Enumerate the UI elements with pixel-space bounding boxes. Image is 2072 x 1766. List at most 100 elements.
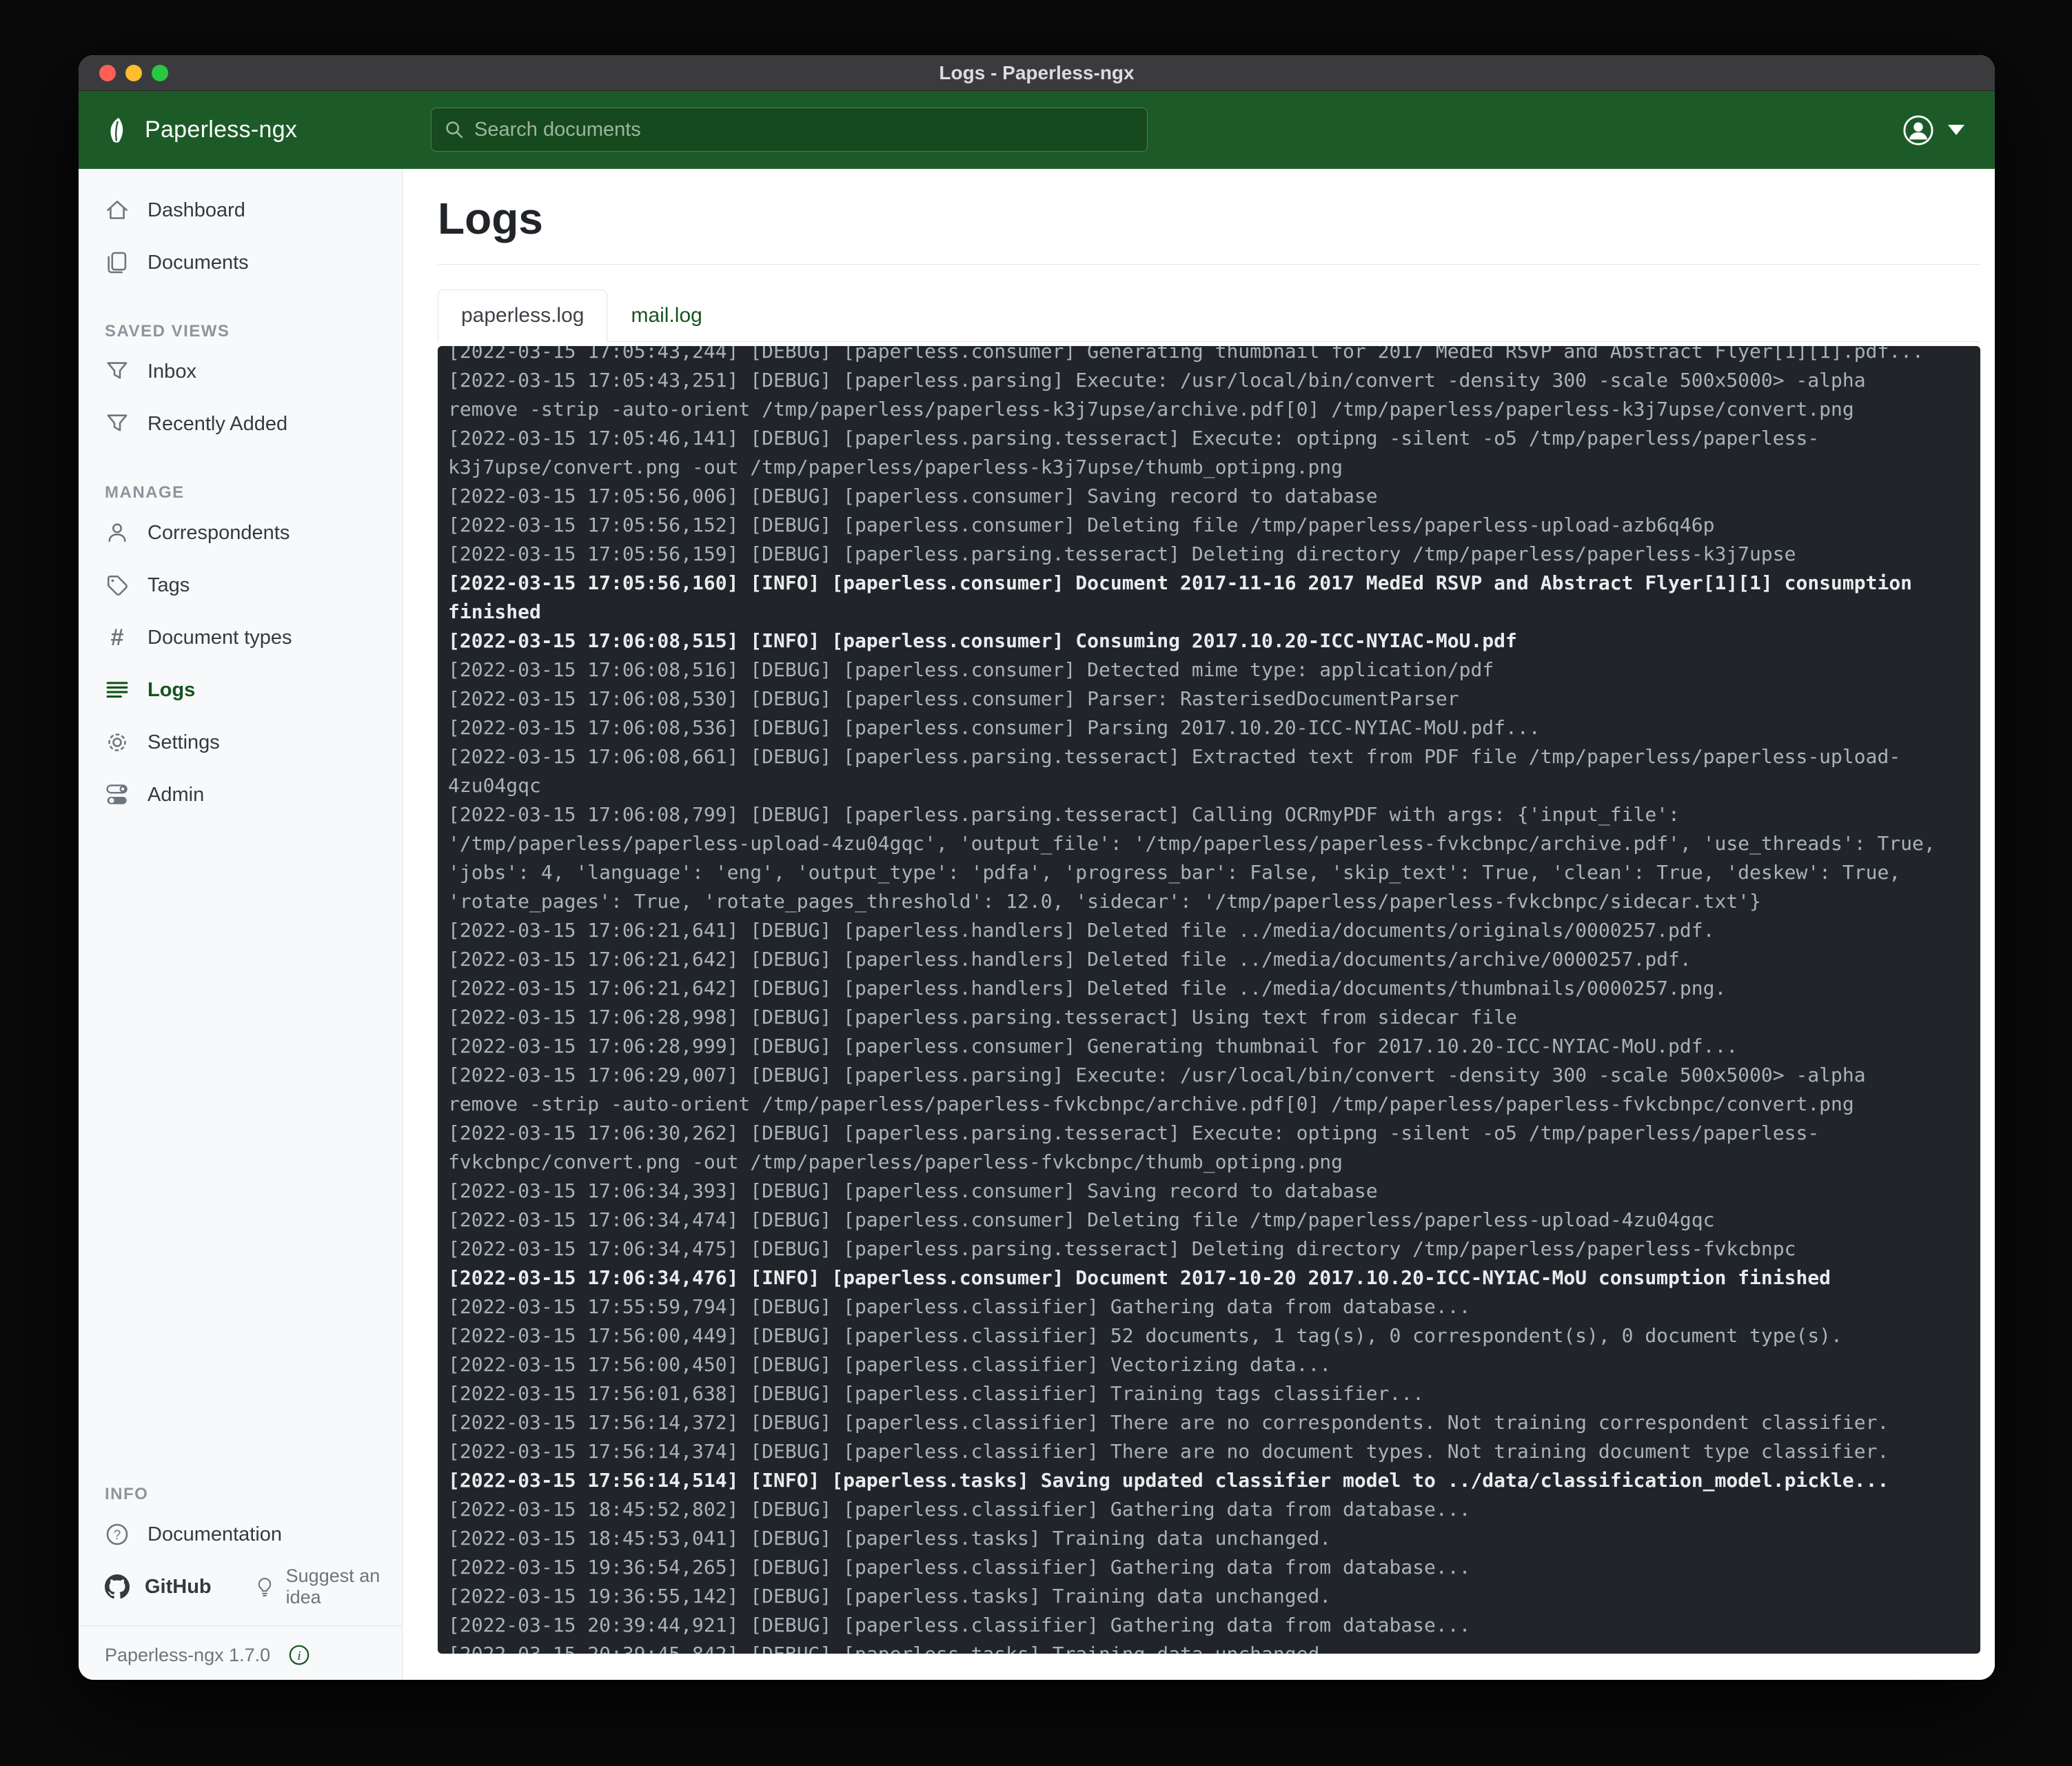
info-circle-icon[interactable]: i <box>288 1644 310 1666</box>
github-label: GitHub <box>145 1576 212 1598</box>
log-line: [2022-03-15 17:06:28,998] [DEBUG] [paper… <box>448 1003 1937 1032</box>
sidebar-section-saved-views: SAVED VIEWS <box>79 322 402 341</box>
sidebar-item-inbox[interactable]: Inbox <box>79 345 402 398</box>
sidebar: Dashboard Documents SAVED VIEWS <box>79 169 403 1680</box>
log-line: [2022-03-15 17:05:56,159] [DEBUG] [paper… <box>448 540 1937 569</box>
log-line: [2022-03-15 20:39:44,921] [DEBUG] [paper… <box>448 1611 1937 1640</box>
close-window-button[interactable] <box>99 65 116 81</box>
github-icon <box>105 1574 130 1599</box>
sidebar-item-label: Logs <box>148 679 195 702</box>
lightbulb-icon <box>254 1576 275 1597</box>
sidebar-item-tags[interactable]: Tags <box>79 559 402 611</box>
suggest-idea-link[interactable]: Suggest an idea <box>254 1565 402 1608</box>
sidebar-section-info: INFO <box>79 1485 402 1504</box>
sidebar-section-manage: MANAGE <box>79 483 402 503</box>
log-line: [2022-03-15 17:56:14,514] [INFO] [paperl… <box>448 1466 1937 1495</box>
sidebar-item-documentation[interactable]: ? Documentation <box>79 1508 402 1561</box>
log-line: [2022-03-15 18:45:52,802] [DEBUG] [paper… <box>448 1495 1937 1524</box>
log-line: [2022-03-15 17:06:08,515] [INFO] [paperl… <box>448 627 1937 656</box>
user-menu[interactable] <box>1902 91 1964 169</box>
sidebar-item-label: Document types <box>148 627 292 649</box>
sidebar-item-label: Inbox <box>148 361 196 383</box>
app-version: Paperless-ngx 1.7.0 <box>105 1645 270 1666</box>
sidebar-item-document-types[interactable]: # Document types <box>79 611 402 664</box>
main-content: Logs paperless.log mail.log [2022-03-15 … <box>403 169 1995 1680</box>
app-header: Paperless-ngx <box>79 91 1995 169</box>
log-line: [2022-03-15 17:05:46,141] [DEBUG] [paper… <box>448 424 1937 482</box>
minimize-window-button[interactable] <box>125 65 142 81</box>
log-line: [2022-03-15 17:06:29,007] [DEBUG] [paper… <box>448 1061 1937 1119</box>
log-line: [2022-03-15 17:06:08,530] [DEBUG] [paper… <box>448 684 1937 713</box>
log-line: [2022-03-15 17:56:00,449] [DEBUG] [paper… <box>448 1321 1937 1350</box>
sidebar-item-label: Settings <box>148 731 220 754</box>
sidebar-item-dashboard[interactable]: Dashboard <box>79 184 402 236</box>
brand[interactable]: Paperless-ngx <box>103 116 297 145</box>
sidebar-item-label: Recently Added <box>148 413 287 436</box>
log-line: [2022-03-15 17:06:08,516] [DEBUG] [paper… <box>448 656 1937 684</box>
page-title: Logs <box>438 196 1980 241</box>
log-line: [2022-03-15 17:06:08,661] [DEBUG] [paper… <box>448 742 1937 800</box>
log-line: [2022-03-15 17:06:08,799] [DEBUG] [paper… <box>448 800 1937 916</box>
sidebar-item-label: Documentation <box>148 1523 282 1546</box>
svg-text:?: ? <box>114 1528 121 1543</box>
title-divider <box>438 264 1980 265</box>
sidebar-item-correspondents[interactable]: Correspondents <box>79 507 402 559</box>
log-line: [2022-03-15 17:55:59,794] [DEBUG] [paper… <box>448 1292 1937 1321</box>
tab-paperless-log[interactable]: paperless.log <box>438 290 607 342</box>
log-line: [2022-03-15 17:06:34,393] [DEBUG] [paper… <box>448 1177 1937 1206</box>
sidebar-item-documents[interactable]: Documents <box>79 236 402 289</box>
sidebar-item-label: Admin <box>148 784 204 806</box>
log-line: [2022-03-15 18:45:53,041] [DEBUG] [paper… <box>448 1524 1937 1553</box>
sidebar-item-label: Correspondents <box>148 522 290 545</box>
sidebar-item-settings[interactable]: Settings <box>79 716 402 769</box>
search-box[interactable] <box>431 108 1148 152</box>
question-circle-icon: ? <box>105 1522 130 1547</box>
toggles-icon <box>105 782 130 807</box>
hash-icon: # <box>105 625 130 650</box>
sidebar-item-logs[interactable]: Logs <box>79 664 402 716</box>
suggest-idea-label: Suggest an idea <box>286 1565 402 1608</box>
log-line: [2022-03-15 17:05:43,244] [DEBUG] [paper… <box>448 346 1937 366</box>
search-input[interactable] <box>474 119 1135 141</box>
log-line: [2022-03-15 17:06:21,641] [DEBUG] [paper… <box>448 916 1937 945</box>
text-lines-icon <box>105 678 130 702</box>
log-line: [2022-03-15 17:56:00,450] [DEBUG] [paper… <box>448 1350 1937 1379</box>
sidebar-item-recently-added[interactable]: Recently Added <box>79 398 402 450</box>
log-line: [2022-03-15 19:36:54,265] [DEBUG] [paper… <box>448 1553 1937 1582</box>
log-tabs: paperless.log mail.log <box>438 290 1980 342</box>
log-line: [2022-03-15 17:06:21,642] [DEBUG] [paper… <box>448 945 1937 974</box>
gear-icon <box>105 730 130 755</box>
person-icon <box>105 520 130 545</box>
sidebar-item-label: Dashboard <box>148 199 245 222</box>
app-window: Logs - Paperless-ngx Paperless-ngx <box>79 55 1995 1680</box>
log-line: [2022-03-15 17:06:21,642] [DEBUG] [paper… <box>448 974 1937 1003</box>
log-line: [2022-03-15 17:05:56,006] [DEBUG] [paper… <box>448 482 1937 511</box>
log-line: [2022-03-15 17:06:34,476] [INFO] [paperl… <box>448 1263 1937 1292</box>
log-line: [2022-03-15 17:56:14,372] [DEBUG] [paper… <box>448 1408 1937 1437</box>
brand-name: Paperless-ngx <box>145 116 297 143</box>
sidebar-item-label: Tags <box>148 574 190 597</box>
window-controls <box>99 65 168 81</box>
log-viewer[interactable]: [2022-03-15 17:05:43,244] [DEBUG] [paper… <box>438 346 1980 1654</box>
tag-icon <box>105 573 130 598</box>
log-line: [2022-03-15 17:05:56,160] [INFO] [paperl… <box>448 569 1937 627</box>
log-line: [2022-03-15 17:05:43,251] [DEBUG] [paper… <box>448 366 1937 424</box>
github-link[interactable]: GitHub <box>105 1574 212 1599</box>
log-line: [2022-03-15 17:56:01,638] [DEBUG] [paper… <box>448 1379 1937 1408</box>
sidebar-item-label: Documents <box>148 252 249 274</box>
chevron-down-icon <box>1948 125 1964 135</box>
version-row: Paperless-ngx 1.7.0 i <box>79 1625 402 1666</box>
sidebar-item-admin[interactable]: Admin <box>79 769 402 821</box>
log-lines: [2022-03-15 17:05:43,244] [DEBUG] [paper… <box>448 346 1937 1654</box>
funnel-icon <box>105 359 130 384</box>
log-line: [2022-03-15 17:06:30,262] [DEBUG] [paper… <box>448 1119 1937 1177</box>
user-avatar-icon <box>1902 114 1934 146</box>
log-line: [2022-03-15 17:06:28,999] [DEBUG] [paper… <box>448 1032 1937 1061</box>
tab-mail-log[interactable]: mail.log <box>607 290 725 342</box>
log-line: [2022-03-15 20:39:45,842] [DEBUG] [paper… <box>448 1640 1937 1654</box>
house-icon <box>105 198 130 223</box>
log-line: [2022-03-15 17:05:56,152] [DEBUG] [paper… <box>448 511 1937 540</box>
search-icon <box>444 119 465 140</box>
sidebar-links-row: GitHub Suggest an idea <box>79 1561 402 1613</box>
zoom-window-button[interactable] <box>152 65 168 81</box>
